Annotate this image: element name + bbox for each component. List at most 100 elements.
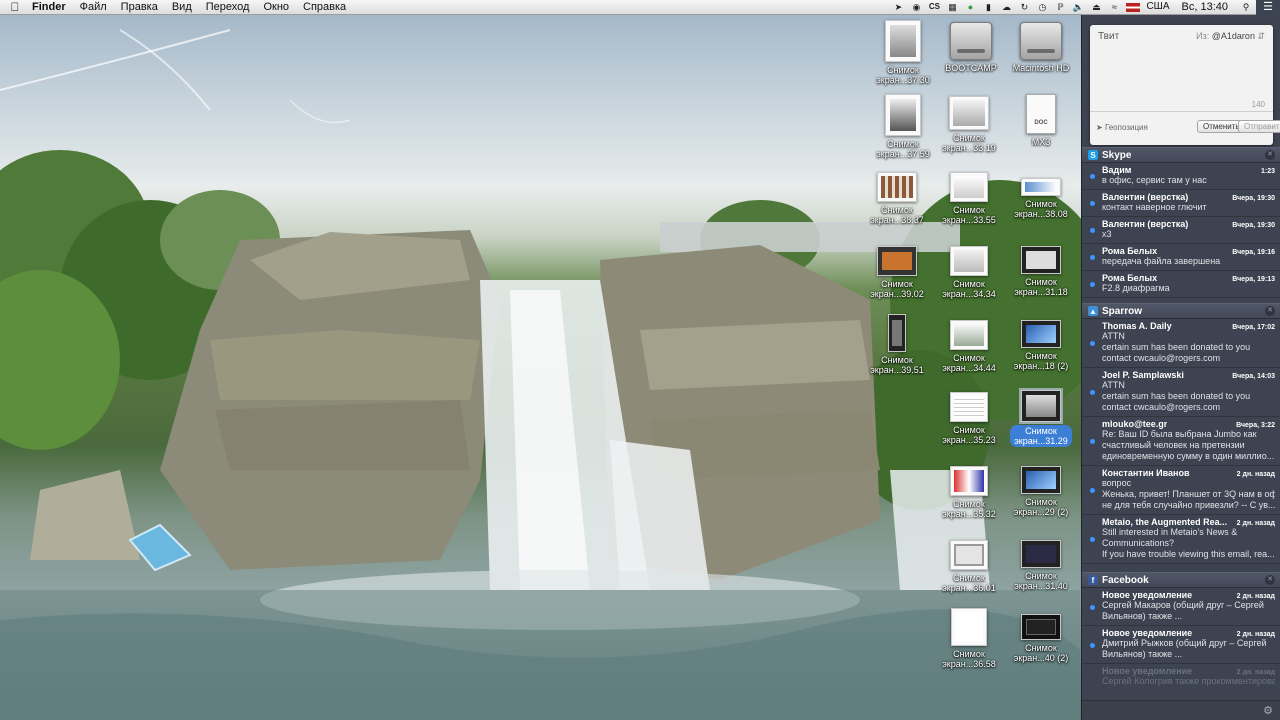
icon-label: Снимок экран...37.30 [876, 65, 930, 85]
tweet-from-account-select[interactable]: Из: @A1daron ⇵ [1196, 31, 1265, 42]
list-item[interactable]: Новое уведомление 2 дн. назад Сергей Коло… [1082, 664, 1280, 690]
menu-bar:  Finder Файл Правка Вид Переход Окно Сп… [0, 0, 1280, 15]
nc-footer: ⚙ [1082, 700, 1280, 720]
apple-menu-icon[interactable]:  [0, 0, 30, 14]
list-item[interactable]: Валентин (верстка) Вчера, 19:30 х3 [1082, 217, 1280, 244]
menu-view[interactable]: Вид [165, 0, 199, 14]
icon-label: Снимок экран...39.51 [870, 355, 924, 375]
nc-section-header: S Skype ✕ [1082, 147, 1280, 163]
screenshot-thumbnail [949, 96, 989, 130]
volume-icon[interactable]: 🔈 [1072, 2, 1084, 13]
menu-edit[interactable]: Правка [114, 0, 165, 14]
desktop-icon-screenshot[interactable]: Снимок экран...29 (2) [1008, 466, 1074, 517]
sync-icon[interactable]: ↻ [1018, 2, 1030, 13]
list-item[interactable]: Thomas A. Daily Вчера, 17:02 ATTN certain… [1082, 319, 1280, 368]
evernote-icon[interactable]: ● [964, 2, 976, 13]
desktop-icon-macintosh-hd[interactable]: Macintosh HD [1008, 22, 1074, 73]
list-item[interactable]: Новое уведомление 2 дн. назад Сергей Мака… [1082, 588, 1280, 626]
list-item[interactable]: Вадим 1:23 в офис, сервис там у нас [1082, 163, 1280, 190]
desktop-icon-screenshot[interactable]: Снимок экран...31.18 [1008, 246, 1074, 297]
input-source-label[interactable]: США [1146, 0, 1169, 14]
clock[interactable]: Вс, 13:40 [1176, 0, 1234, 14]
nc-section-sparrow: ▲ Sparrow ✕ Thomas A. Daily Вчера, 17:02 … [1082, 303, 1280, 564]
close-icon[interactable]: ✕ [1265, 575, 1275, 585]
desktop-icon-mx3-doc[interactable]: DOC MX3 [1008, 94, 1074, 147]
list-item[interactable]: Metaio, the Augmented Rea... 2 дн. назад … [1082, 515, 1280, 564]
desktop-icon-bootcamp[interactable]: BOOTCAMP [938, 22, 1004, 73]
bluetooth-icon[interactable]: ℙ [1054, 2, 1066, 13]
notification-center-icon[interactable]: ☰ [1256, 0, 1280, 15]
tweet-compose-widget[interactable]: Твит Из: @A1daron ⇵ 140 ➤ Геопозиция Отм… [1090, 25, 1280, 145]
spotlight-search-icon[interactable]: ⚲ [1240, 2, 1252, 13]
list-item[interactable]: Joel P. Samplawski Вчера, 14:03 ATTN cert… [1082, 368, 1280, 417]
desktop-icon-screenshot-selected[interactable]: Снимок экран...31.29 [1008, 388, 1074, 447]
eject-icon[interactable]: ⏏ [1090, 2, 1102, 13]
desktop-icon-screenshot[interactable]: Снимок экран...39.02 [864, 246, 930, 299]
tweet-send-button[interactable]: Отправить [1238, 120, 1280, 133]
nc-section-header: ▲ Sparrow ✕ [1082, 303, 1280, 319]
close-icon[interactable]: ✕ [1265, 306, 1275, 316]
desktop-icon-screenshot[interactable]: Снимок экран...34.34 [936, 246, 1002, 299]
desktop-icon-screenshot[interactable]: Снимок экран...36.01 [936, 540, 1002, 593]
screenshot-thumbnail [1021, 246, 1061, 274]
list-item[interactable]: Новое уведомление 2 дн. назад Дмитрий Рыж… [1082, 626, 1280, 664]
time-machine-icon[interactable]: ◷ [1036, 2, 1048, 13]
desktop-icon-screenshot[interactable]: Снимок экран...33.55 [936, 172, 1002, 225]
unread-dot-icon [1090, 642, 1095, 648]
desktop-icon-screenshot[interactable]: Снимок экран...31.40 [1008, 540, 1074, 591]
icon-label: Снимок экран...33.19 [942, 133, 996, 153]
screenshot-thumbnail [877, 246, 917, 276]
screenshot-thumbnail [950, 246, 988, 276]
desktop-icon-screenshot[interactable]: Снимок экран...35.32 [936, 466, 1002, 519]
desktop-icon-screenshot[interactable]: Снимок экран...36.58 [936, 608, 1002, 669]
list-item[interactable]: Валентин (верстка) Вчера, 19:30 контакт н… [1082, 190, 1280, 217]
facebook-icon: f [1088, 575, 1098, 585]
menu-go[interactable]: Переход [199, 0, 257, 14]
cursor-icon[interactable]: ➤ [892, 2, 904, 13]
unread-dot-icon [1090, 201, 1095, 206]
cloud-icon[interactable]: ☁ [1000, 2, 1012, 13]
cs-icon[interactable]: CS [928, 2, 940, 13]
icon-label: Снимок экран...38.37 [870, 205, 924, 225]
flag-us-icon[interactable] [1126, 2, 1141, 12]
app-menu-finder[interactable]: Finder [30, 0, 73, 14]
list-item[interactable]: mlouko@tee.gr Вчера, 3:22 Re: Ваш ID была… [1082, 417, 1280, 466]
desktop-icon-screenshot[interactable]: Снимок экран...33.19 [936, 96, 1002, 153]
desktop-icon-screenshot[interactable]: Снимок экран...38.37 [864, 172, 930, 225]
desktop-icon-screenshot[interactable]: Снимок экран...37.30 [870, 20, 936, 85]
icon-label: Снимок экран...35.23 [942, 425, 996, 445]
geolocation-toggle[interactable]: ➤ Геопозиция [1096, 123, 1148, 132]
gear-icon[interactable]: ⚙ [1263, 704, 1273, 717]
menu-window[interactable]: Окно [256, 0, 296, 14]
screenshot-thumbnail [950, 392, 988, 422]
desktop-icon-screenshot[interactable]: Снимок экран...37.59 [870, 94, 936, 159]
list-item[interactable]: Рома Белых Вчера, 19:13 F2.8 диафрагма [1082, 271, 1280, 298]
unread-dot-icon [1090, 537, 1095, 542]
menu-help[interactable]: Справка [296, 0, 353, 14]
menu-file[interactable]: Файл [73, 0, 114, 14]
icon-label: Снимок экран...31.18 [1014, 277, 1068, 297]
icon-label: Снимок экран...29 (2) [1013, 497, 1069, 517]
desktop-icon-screenshot[interactable]: Снимок экран...38.08 [1008, 178, 1074, 219]
desktop-icon-screenshot[interactable]: Снимок экран...35.23 [936, 392, 1002, 445]
nc-section-facebook: f Facebook ✕ Новое уведомление 2 дн. наза… [1082, 572, 1280, 690]
hard-disk-icon [950, 22, 992, 60]
screenshot-thumbnail [951, 608, 987, 646]
status-area: ➤ ◉ CS ▦ ● ▮ ☁ ↻ ◷ ℙ 🔈 ⏏ ≈ США Вс, 13:40… [892, 0, 1256, 14]
screenshot-thumbnail [1019, 388, 1063, 424]
wifi-icon[interactable]: ≈ [1108, 2, 1120, 13]
screenshot-thumbnail [885, 20, 921, 62]
close-icon[interactable]: ✕ [1265, 150, 1275, 160]
document-icon: DOC [1026, 94, 1056, 134]
circle-status-icon[interactable]: ◉ [910, 2, 922, 13]
list-item[interactable]: Рома Белых Вчера, 19:16 передача файла за… [1082, 244, 1280, 271]
grid-icon[interactable]: ▦ [946, 2, 958, 13]
battery-icon[interactable]: ▮ [982, 2, 994, 13]
desktop-icon-screenshot[interactable]: Снимок экран...18 (2) [1008, 320, 1074, 371]
screenshot-thumbnail [1021, 614, 1061, 640]
desktop-icon-screenshot[interactable]: Снимок экран...40 (2) [1008, 614, 1074, 663]
list-item[interactable]: Константин Иванов 2 дн. назад вопрос Жень… [1082, 466, 1280, 515]
desktop-icon-screenshot[interactable]: Снимок экран...39.51 [864, 314, 930, 375]
desktop-icon-screenshot[interactable]: Снимок экран...34.44 [936, 320, 1002, 373]
notification-center-panel: Твит Из: @A1daron ⇵ 140 ➤ Геопозиция Отм… [1081, 15, 1280, 720]
